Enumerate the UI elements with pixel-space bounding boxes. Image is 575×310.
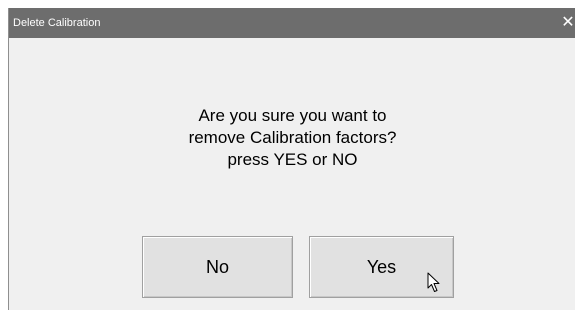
message-line-3: press YES or NO [227, 150, 358, 169]
message-line-1: Are you sure you want to [198, 106, 387, 125]
no-button[interactable]: No [142, 236, 293, 298]
title-bar[interactable]: Delete Calibration ✕ [9, 8, 575, 38]
mouse-pointer-icon [427, 272, 440, 292]
confirmation-message: Are you sure you want to remove Calibrat… [9, 105, 575, 171]
dialog-window: Delete Calibration ✕ Are you sure you wa… [8, 8, 575, 310]
close-icon[interactable]: ✕ [560, 8, 575, 38]
message-line-2: remove Calibration factors? [188, 128, 397, 147]
window-title: Delete Calibration [13, 17, 101, 29]
